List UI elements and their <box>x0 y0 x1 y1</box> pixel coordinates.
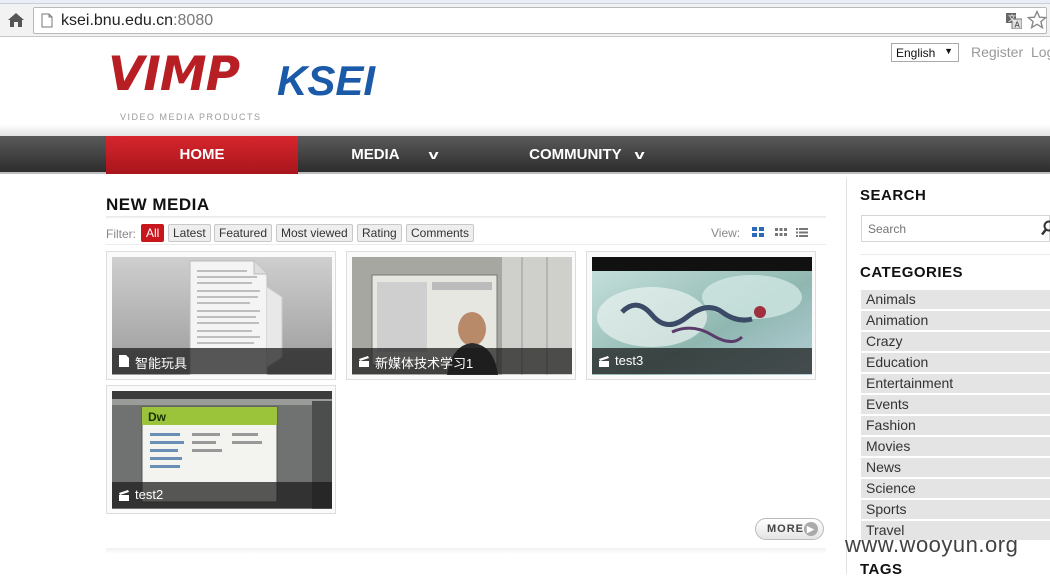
header-divider <box>0 124 1050 136</box>
chevron-down-icon: v <box>634 136 644 174</box>
nav-community[interactable]: COMMUNITY v <box>490 136 682 174</box>
category-movies[interactable]: Movies <box>861 437 1050 456</box>
content-bottom-divider <box>106 548 826 554</box>
video-clapper-icon <box>599 355 609 367</box>
grid-large-view-icon[interactable] <box>752 227 764 237</box>
video-clapper-icon <box>119 489 129 501</box>
media-card[interactable]: 新媒体技术学习1 <box>346 251 576 380</box>
media-caption: test2 <box>112 482 332 508</box>
category-animals[interactable]: Animals <box>861 290 1050 309</box>
ksei-logo: KSEI <box>277 56 375 106</box>
url-text[interactable]: ksei.bnu.edu.cn:8080 <box>61 12 213 30</box>
chevron-down-icon: v <box>428 136 438 174</box>
category-fashion[interactable]: Fashion <box>861 416 1050 435</box>
media-title[interactable]: test2 <box>135 487 163 502</box>
category-events[interactable]: Events <box>861 395 1050 414</box>
filter-all[interactable]: All <box>141 224 164 242</box>
category-entertainment[interactable]: Entertainment <box>861 374 1050 393</box>
vimp-logo: VIMP <box>108 47 239 103</box>
media-caption: 智能玩具 <box>112 348 332 374</box>
category-crazy[interactable]: Crazy <box>861 332 1050 351</box>
more-button[interactable]: MORE ▶ <box>755 518 824 540</box>
translate-icon[interactable]: 文 A <box>1006 13 1022 29</box>
filter-comments[interactable]: Comments <box>406 224 474 242</box>
nav-media-label: MEDIA <box>351 146 399 163</box>
sidebar-border <box>846 178 847 574</box>
media-title[interactable]: test3 <box>615 353 643 368</box>
login-link[interactable]: Log <box>1031 44 1050 60</box>
category-sports[interactable]: Sports <box>861 500 1050 519</box>
logo-tagline: VIDEO MEDIA PRODUCTS <box>120 112 262 122</box>
home-icon[interactable] <box>6 10 26 30</box>
language-select[interactable]: English▼ <box>891 43 959 62</box>
svg-text:Dw: Dw <box>148 410 167 424</box>
bookmark-star-icon[interactable] <box>1027 10 1047 30</box>
nav-home[interactable]: HOME <box>106 136 298 174</box>
search-title: SEARCH <box>860 187 926 204</box>
media-card[interactable]: Dw test2 <box>106 385 336 514</box>
filter-divider <box>106 244 826 245</box>
filter-label: Filter: <box>106 227 136 241</box>
browser-toolbar: ksei.bnu.edu.cn:8080 文 A <box>0 4 1050 37</box>
watermark: www.wooyun.org <box>845 532 1018 558</box>
media-caption: 新媒体技术学习1 <box>352 348 572 374</box>
tags-title: TAGS <box>860 561 903 578</box>
title-divider <box>106 216 826 219</box>
search-box <box>861 215 1050 242</box>
video-clapper-icon <box>359 355 369 367</box>
register-link[interactable]: Register <box>971 44 1023 60</box>
category-education[interactable]: Education <box>861 353 1050 372</box>
section-title: NEW MEDIA <box>106 195 210 215</box>
arrow-right-icon: ▶ <box>804 522 818 536</box>
media-title[interactable]: 智能玩具 <box>135 353 187 372</box>
more-label: MORE <box>767 523 804 535</box>
category-news[interactable]: News <box>861 458 1050 477</box>
nav-home-label: HOME <box>180 146 225 163</box>
media-title[interactable]: 新媒体技术学习1 <box>375 353 473 372</box>
site-logo[interactable]: VIMP VIDEO MEDIA PRODUCTS KSEI <box>106 47 392 125</box>
nav-community-label: COMMUNITY <box>529 146 622 163</box>
nav-media[interactable]: MEDIA v <box>298 136 490 174</box>
filter-featured[interactable]: Featured <box>214 224 272 242</box>
filter-latest[interactable]: Latest <box>168 224 211 242</box>
category-animation[interactable]: Animation <box>861 311 1050 330</box>
main-nav: HOME MEDIA v COMMUNITY v <box>0 136 1050 174</box>
page-icon <box>41 13 53 28</box>
svg-text:A: A <box>1015 21 1021 30</box>
document-icon <box>119 355 129 367</box>
categories-title: CATEGORIES <box>860 264 963 281</box>
chevron-down-icon: ▼ <box>944 46 953 56</box>
list-view-icon[interactable] <box>796 227 808 237</box>
media-caption: test3 <box>592 348 812 374</box>
grid-small-view-icon[interactable] <box>775 227 787 237</box>
filter-rating[interactable]: Rating <box>357 224 402 242</box>
search-icon[interactable] <box>1041 220 1050 236</box>
view-label: View: <box>711 226 740 240</box>
search-input[interactable] <box>866 220 1026 238</box>
category-science[interactable]: Science <box>861 479 1050 498</box>
media-card[interactable]: 智能玩具 <box>106 251 336 380</box>
media-card[interactable]: test3 <box>586 251 816 380</box>
address-bar[interactable]: ksei.bnu.edu.cn:8080 文 A <box>33 7 1047 34</box>
sidebar-divider <box>860 254 1050 255</box>
filter-most-viewed[interactable]: Most viewed <box>276 224 353 242</box>
